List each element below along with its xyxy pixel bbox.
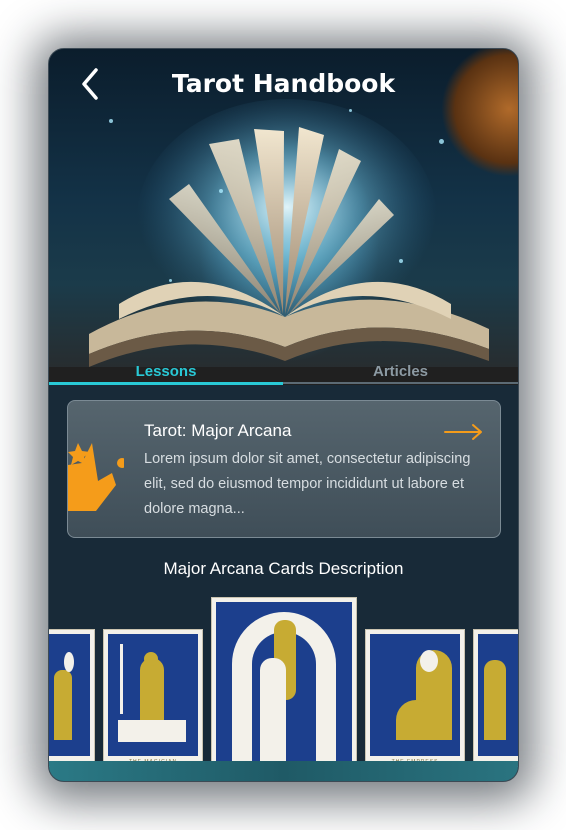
sparkle bbox=[169, 279, 172, 282]
tab-lessons[interactable]: Lessons bbox=[49, 363, 283, 380]
open-book-illustration bbox=[49, 99, 518, 385]
sparkle bbox=[399, 259, 403, 263]
sparkle bbox=[109, 119, 113, 123]
arrow-right-icon[interactable] bbox=[444, 423, 484, 441]
sparkle bbox=[219, 189, 223, 193]
hero-image-magic-book: Tarot Handbook bbox=[49, 49, 518, 385]
tarot-card-featured[interactable] bbox=[211, 597, 357, 781]
sparkle bbox=[349, 109, 352, 112]
tarot-card-carousel[interactable]: THE MAGICIAN THE EMPRESS bbox=[49, 597, 518, 781]
crown-icon bbox=[68, 443, 124, 511]
lesson-card-title: Tarot: Major Arcana bbox=[144, 421, 292, 440]
tarot-card-the-empress[interactable]: THE EMPRESS bbox=[365, 629, 465, 767]
lesson-card-description: Lorem ipsum dolor sit amet, consectetur … bbox=[144, 451, 471, 517]
tarot-card[interactable] bbox=[49, 629, 95, 767]
bottom-glow bbox=[49, 761, 518, 781]
lesson-card-major-arcana[interactable]: Tarot: Major Arcana Lorem ipsum dolor si… bbox=[67, 400, 501, 538]
sparkle bbox=[439, 139, 444, 144]
section-title: Major Arcana Cards Description bbox=[163, 559, 404, 578]
tab-active-indicator bbox=[49, 382, 283, 385]
tab-articles[interactable]: Articles bbox=[283, 363, 518, 380]
tarot-card[interactable] bbox=[473, 629, 518, 767]
page-title: Tarot Handbook bbox=[171, 69, 396, 98]
app-screen: Tarot Handbook Lessons Articles Tarot: M… bbox=[48, 48, 519, 782]
tarot-card-the-magician[interactable]: THE MAGICIAN bbox=[103, 629, 203, 767]
